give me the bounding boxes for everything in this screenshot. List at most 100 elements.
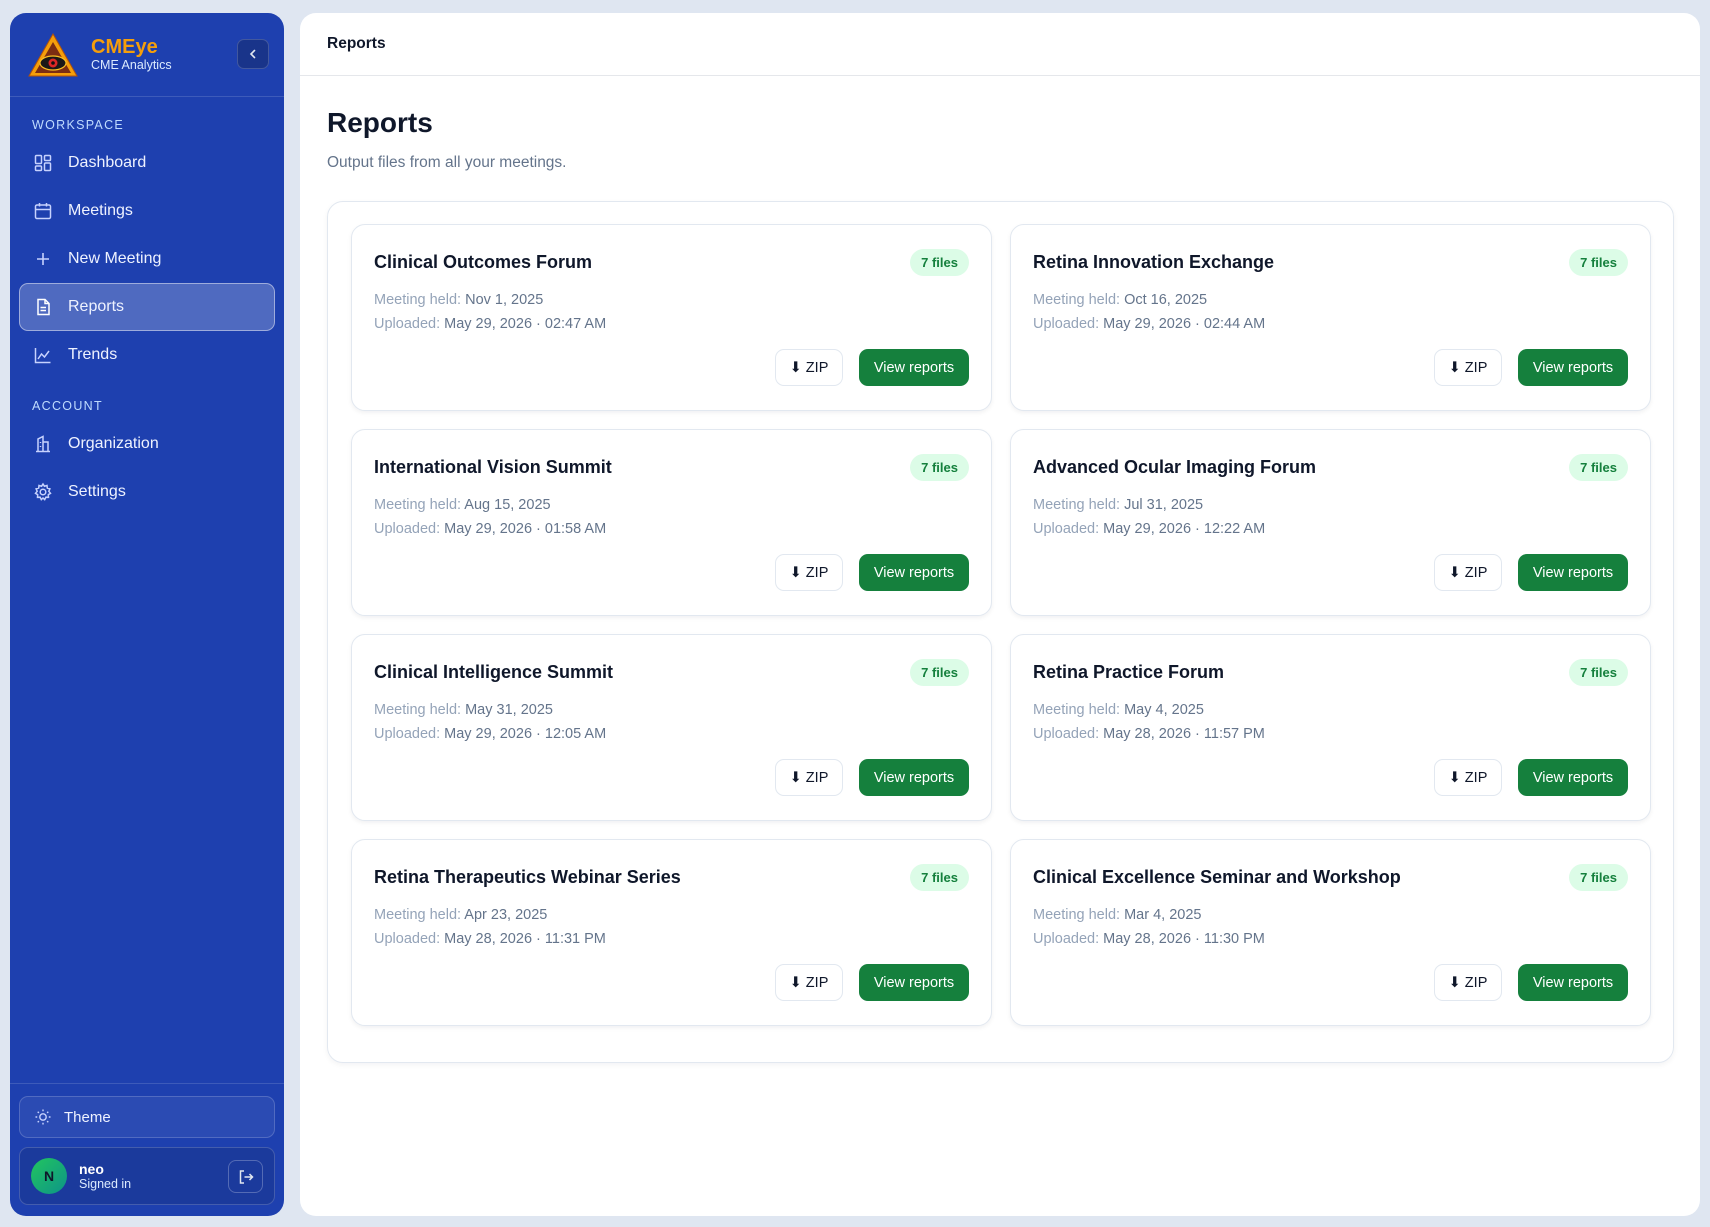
- meeting-title: International Vision Summit: [374, 457, 612, 477]
- zip-download-button[interactable]: ⬇ ZIP: [775, 964, 843, 1001]
- sidebar-item-settings[interactable]: Settings: [19, 468, 275, 516]
- user-card: N neo Signed in: [19, 1147, 275, 1205]
- collapse-sidebar-button[interactable]: [237, 39, 269, 69]
- user-name: neo: [79, 1160, 104, 1177]
- app-subtitle: CME Analytics: [91, 58, 172, 72]
- document-icon: [33, 297, 53, 317]
- sidebar-item-reports[interactable]: Reports: [19, 283, 275, 331]
- account-section-label: ACCOUNT: [32, 399, 103, 413]
- meeting-title: Retina Therapeutics Webinar Series: [374, 867, 681, 887]
- view-reports-button[interactable]: View reports: [859, 349, 969, 386]
- sidebar-item-label: Reports: [68, 298, 125, 315]
- meeting-title: Clinical Excellence Seminar and Workshop: [1033, 867, 1401, 887]
- page-subtitle: Output files from all your meetings.: [327, 154, 567, 171]
- sidebar-item-label: New Meeting: [68, 250, 162, 267]
- theme-toggle-button[interactable]: Theme: [19, 1096, 275, 1138]
- uploaded-at: Uploaded: May 29, 2026 · 12:22 AM: [1033, 521, 1266, 537]
- meeting-title: Clinical Outcomes Forum: [374, 252, 593, 272]
- uploaded-at: Uploaded: May 29, 2026 · 01:58 AM: [374, 521, 607, 537]
- sidebar-item-new-meeting[interactable]: New Meeting: [19, 235, 275, 283]
- sidebar-item-organization[interactable]: Organization: [19, 420, 275, 468]
- meeting-held: Meeting held: Mar 4, 2025: [1033, 907, 1202, 923]
- avatar: N: [31, 1158, 67, 1194]
- user-status: Signed in: [79, 1176, 132, 1191]
- files-badge: 7 files: [910, 249, 969, 276]
- report-card: Retina Therapeutics Webinar Series 7 fil…: [351, 839, 992, 1026]
- files-badge: 7 files: [910, 864, 969, 891]
- sidebar-footer: Theme N neo Signed in: [10, 1083, 284, 1216]
- logout-icon: [239, 1169, 254, 1184]
- brand: CMEye CME Analytics: [10, 13, 284, 97]
- sidebar-item-label: Meetings: [68, 202, 133, 219]
- report-card: Retina Practice Forum 7 files Meeting he…: [1010, 634, 1651, 821]
- page-title: Reports: [327, 107, 433, 138]
- plus-icon: [33, 249, 53, 269]
- files-badge: 7 files: [910, 454, 969, 481]
- meeting-title: Retina Practice Forum: [1033, 662, 1225, 682]
- sidebar-item-meetings[interactable]: Meetings: [19, 187, 275, 235]
- view-reports-button[interactable]: View reports: [1518, 964, 1628, 1001]
- uploaded-at: Uploaded: May 28, 2026 · 11:30 PM: [1033, 931, 1265, 947]
- zip-download-button[interactable]: ⬇ ZIP: [1434, 554, 1502, 591]
- sidebar-item-label: Trends: [68, 346, 118, 363]
- meeting-held: Meeting held: May 4, 2025: [1033, 702, 1204, 718]
- files-badge: 7 files: [1569, 454, 1628, 481]
- cmeye-logo: [28, 32, 78, 76]
- report-card: Clinical Excellence Seminar and Workshop…: [1010, 839, 1651, 1026]
- zip-download-button[interactable]: ⬇ ZIP: [1434, 964, 1502, 1001]
- sidebar: CMEye CME Analytics WORKSPACE Dashboard …: [10, 13, 284, 1216]
- report-card: Clinical Outcomes Forum 7 files Meeting …: [351, 224, 992, 411]
- gear-icon: [33, 482, 53, 502]
- zip-download-button[interactable]: ⬇ ZIP: [1434, 759, 1502, 796]
- uploaded-at: Uploaded: May 29, 2026 · 02:44 AM: [1033, 316, 1266, 332]
- view-reports-button[interactable]: View reports: [1518, 759, 1628, 796]
- zip-download-button[interactable]: ⬇ ZIP: [775, 554, 843, 591]
- meeting-held: Meeting held: Apr 23, 2025: [374, 907, 548, 923]
- building-icon: [33, 434, 53, 454]
- uploaded-at: Uploaded: May 28, 2026 · 11:57 PM: [1033, 726, 1265, 742]
- sun-icon: [34, 1108, 52, 1126]
- view-reports-button[interactable]: View reports: [859, 759, 969, 796]
- zip-download-button[interactable]: ⬇ ZIP: [775, 759, 843, 796]
- view-reports-button[interactable]: View reports: [859, 964, 969, 1001]
- report-card: Retina Innovation Exchange 7 files Meeti…: [1010, 224, 1651, 411]
- meeting-held: Meeting held: Aug 15, 2025: [374, 497, 551, 513]
- uploaded-at: Uploaded: May 29, 2026 · 12:05 AM: [374, 726, 607, 742]
- main-content: Reports Reports Output files from all yo…: [300, 13, 1700, 1216]
- dashboard-icon: [33, 153, 53, 173]
- breadcrumb: Reports: [300, 13, 1700, 76]
- meeting-title: Clinical Intelligence Summit: [374, 662, 614, 682]
- app-name: CMEye: [91, 36, 158, 58]
- reports-panel: Clinical Outcomes Forum 7 files Meeting …: [327, 201, 1674, 1063]
- files-badge: 7 files: [1569, 864, 1628, 891]
- meeting-title: Advanced Ocular Imaging Forum: [1033, 457, 1317, 477]
- zip-download-button[interactable]: ⬇ ZIP: [1434, 349, 1502, 386]
- report-card: Advanced Ocular Imaging Forum 7 files Me…: [1010, 429, 1651, 616]
- view-reports-button[interactable]: View reports: [1518, 349, 1628, 386]
- files-badge: 7 files: [1569, 659, 1628, 686]
- workspace-section-label: WORKSPACE: [32, 118, 125, 132]
- zip-download-button[interactable]: ⬇ ZIP: [775, 349, 843, 386]
- theme-label: Theme: [64, 1108, 111, 1126]
- sidebar-item-label: Organization: [68, 435, 159, 452]
- uploaded-at: Uploaded: May 28, 2026 · 11:31 PM: [374, 931, 606, 947]
- sidebar-item-trends[interactable]: Trends: [19, 331, 275, 379]
- report-card: International Vision Summit 7 files Meet…: [351, 429, 992, 616]
- view-reports-button[interactable]: View reports: [1518, 554, 1628, 591]
- sidebar-item-label: Settings: [68, 483, 126, 500]
- meeting-held: Meeting held: Jul 31, 2025: [1033, 497, 1204, 513]
- logout-button[interactable]: [228, 1160, 263, 1193]
- reports-grid: Clinical Outcomes Forum 7 files Meeting …: [351, 224, 1651, 1026]
- files-badge: 7 files: [1569, 249, 1628, 276]
- chevron-left-icon: [249, 49, 256, 59]
- meeting-held: Meeting held: Oct 16, 2025: [1033, 292, 1208, 308]
- sidebar-item-dashboard[interactable]: Dashboard: [19, 139, 275, 187]
- view-reports-button[interactable]: View reports: [859, 554, 969, 591]
- sidebar-item-label: Dashboard: [68, 154, 147, 171]
- report-card: Clinical Intelligence Summit 7 files Mee…: [351, 634, 992, 821]
- uploaded-at: Uploaded: May 29, 2026 · 02:47 AM: [374, 316, 607, 332]
- meeting-held: Meeting held: Nov 1, 2025: [374, 292, 544, 308]
- files-badge: 7 files: [910, 659, 969, 686]
- chart-icon: [33, 345, 53, 365]
- calendar-icon: [33, 201, 53, 221]
